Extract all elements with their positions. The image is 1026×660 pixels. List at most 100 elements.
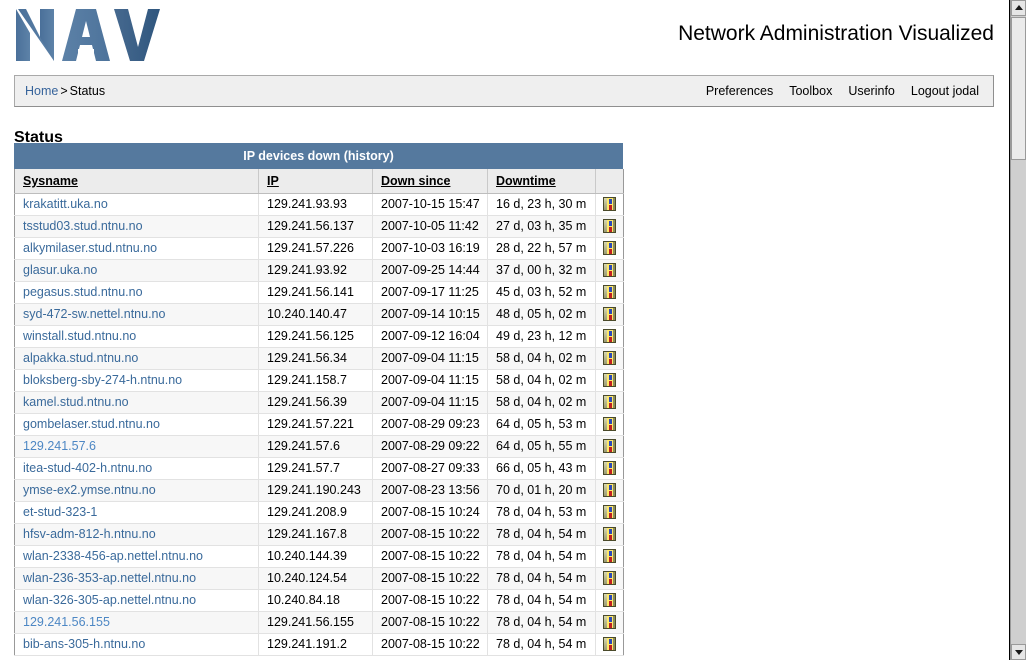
device-info-icon[interactable] <box>603 241 616 256</box>
cell-down-since: 2007-08-23 13:56 <box>372 479 488 502</box>
cell-down-since: 2007-08-15 10:22 <box>372 633 488 656</box>
cell-down-since: 2007-08-29 09:23 <box>372 413 488 436</box>
sysname-link[interactable]: wlan-2338-456-ap.nettel.ntnu.no <box>23 549 203 563</box>
cell-device-info <box>595 611 624 634</box>
sort-link-ip[interactable]: IP <box>267 174 279 188</box>
table-caption: IP devices down (history) <box>14 143 623 169</box>
cell-downtime: 48 d, 05 h, 02 m <box>487 303 596 326</box>
nav-link-preferences[interactable]: Preferences <box>698 84 781 98</box>
table-row: bloksberg-sby-274-h.ntnu.no 129.241.158.7… <box>14 369 624 392</box>
table-body: krakatitt.uka.no 129.241.93.93 2007-10-15 … <box>14 193 624 656</box>
device-info-icon[interactable] <box>603 637 616 652</box>
column-header-sysname: Sysname <box>14 169 259 194</box>
sysname-link[interactable]: alkymilaser.stud.ntnu.no <box>23 241 157 255</box>
sysname-link[interactable]: itea-stud-402-h.ntnu.no <box>23 461 152 475</box>
cell-down-since: 2007-09-14 10:15 <box>372 303 488 326</box>
sysname-link[interactable]: wlan-326-305-ap.nettel.ntnu.no <box>23 593 196 607</box>
cell-device-info <box>595 457 624 480</box>
sysname-link[interactable]: wlan-236-353-ap.nettel.ntnu.no <box>23 571 196 585</box>
sysname-link[interactable]: kamel.stud.ntnu.no <box>23 395 129 409</box>
scroll-down-arrow-icon <box>1014 650 1023 655</box>
sysname-link[interactable]: 129.241.56.155 <box>23 615 110 629</box>
nav-link-toolbox[interactable]: Toolbox <box>781 84 840 98</box>
table-row: gombelaser.stud.ntnu.no 129.241.57.221 200… <box>14 413 624 436</box>
vertical-scrollbar[interactable] <box>1010 0 1026 660</box>
cell-device-info <box>595 325 624 348</box>
cell-ip: 129.241.57.226 <box>258 237 373 260</box>
cell-downtime: 64 d, 05 h, 53 m <box>487 413 596 436</box>
breadcrumb-home-link[interactable]: Home <box>25 84 58 98</box>
sysname-link[interactable]: bib-ans-305-h.ntnu.no <box>23 637 145 651</box>
device-info-icon[interactable] <box>603 263 616 278</box>
cell-ip: 129.241.56.39 <box>258 391 373 414</box>
device-info-icon[interactable] <box>603 615 616 630</box>
sysname-link[interactable]: syd-472-sw.nettel.ntnu.no <box>23 307 165 321</box>
cell-ip: 129.241.56.141 <box>258 281 373 304</box>
device-info-icon[interactable] <box>603 329 616 344</box>
column-header-down-since: Down since <box>372 169 488 194</box>
cell-downtime: 78 d, 04 h, 54 m <box>487 589 596 612</box>
sysname-link[interactable]: glasur.uka.no <box>23 263 97 277</box>
device-info-icon[interactable] <box>603 527 616 542</box>
device-info-icon[interactable] <box>603 571 616 586</box>
sysname-link[interactable]: gombelaser.stud.ntnu.no <box>23 417 160 431</box>
device-info-icon[interactable] <box>603 417 616 432</box>
nav-link-userinfo[interactable]: Userinfo <box>840 84 903 98</box>
cell-ip: 129.241.158.7 <box>258 369 373 392</box>
cell-down-since: 2007-08-29 09:22 <box>372 435 488 458</box>
cell-device-info <box>595 303 624 326</box>
table-row: 129.241.56.155 129.241.56.155 2007-08-15 1… <box>14 611 624 634</box>
table-row: glasur.uka.no 129.241.93.92 2007-09-25 14:… <box>14 259 624 282</box>
sysname-link[interactable]: tsstud03.stud.ntnu.no <box>23 219 143 233</box>
nav-link-logout[interactable]: Logout jodal <box>903 84 987 98</box>
cell-sysname: et-stud-323-1 <box>14 501 259 524</box>
cell-device-info <box>595 259 624 282</box>
nav-logo <box>16 9 160 61</box>
cell-downtime: 78 d, 04 h, 54 m <box>487 523 596 546</box>
table-row: kamel.stud.ntnu.no 129.241.56.39 2007-09-0… <box>14 391 624 414</box>
device-info-icon[interactable] <box>603 461 616 476</box>
sysname-link[interactable]: ymse-ex2.ymse.ntnu.no <box>23 483 156 497</box>
cell-device-info <box>595 567 624 590</box>
scroll-up-arrow-icon <box>1014 5 1023 10</box>
cell-down-since: 2007-09-04 11:15 <box>372 347 488 370</box>
device-info-icon[interactable] <box>603 549 616 564</box>
device-info-icon[interactable] <box>603 505 616 520</box>
sort-link-sysname[interactable]: Sysname <box>23 174 78 188</box>
device-info-icon[interactable] <box>603 285 616 300</box>
cell-device-info <box>595 589 624 612</box>
cell-device-info <box>595 369 624 392</box>
cell-downtime: 78 d, 04 h, 53 m <box>487 501 596 524</box>
scroll-up-button[interactable] <box>1011 0 1026 16</box>
cell-downtime: 70 d, 01 h, 20 m <box>487 479 596 502</box>
device-info-icon[interactable] <box>603 197 616 212</box>
device-info-icon[interactable] <box>603 483 616 498</box>
cell-downtime: 49 d, 23 h, 12 m <box>487 325 596 348</box>
sysname-link[interactable]: krakatitt.uka.no <box>23 197 108 211</box>
device-info-icon[interactable] <box>603 219 616 234</box>
sysname-link[interactable]: 129.241.57.6 <box>23 439 96 453</box>
cell-downtime: 45 d, 03 h, 52 m <box>487 281 596 304</box>
cell-ip: 129.241.57.221 <box>258 413 373 436</box>
device-info-icon[interactable] <box>603 593 616 608</box>
sysname-link[interactable]: pegasus.stud.ntnu.no <box>23 285 143 299</box>
cell-sysname: ymse-ex2.ymse.ntnu.no <box>14 479 259 502</box>
device-info-icon[interactable] <box>603 373 616 388</box>
cell-down-since: 2007-09-17 11:25 <box>372 281 488 304</box>
cell-ip: 129.241.93.92 <box>258 259 373 282</box>
sysname-link[interactable]: et-stud-323-1 <box>23 505 97 519</box>
browser-page: Network Administration Visualized Home > S… <box>0 0 1010 660</box>
sysname-link[interactable]: bloksberg-sby-274-h.ntnu.no <box>23 373 182 387</box>
device-info-icon[interactable] <box>603 351 616 366</box>
device-info-icon[interactable] <box>603 307 616 322</box>
sysname-link[interactable]: winstall.stud.ntnu.no <box>23 329 136 343</box>
device-info-icon[interactable] <box>603 439 616 454</box>
device-info-icon[interactable] <box>603 395 616 410</box>
sysname-link[interactable]: alpakka.stud.ntnu.no <box>23 351 138 365</box>
sysname-link[interactable]: hfsv-adm-812-h.ntnu.no <box>23 527 156 541</box>
cell-ip: 129.241.57.7 <box>258 457 373 480</box>
sort-link-downtime[interactable]: Downtime <box>496 174 556 188</box>
sort-link-down-since[interactable]: Down since <box>381 174 450 188</box>
scrollbar-thumb[interactable] <box>1011 17 1026 160</box>
scroll-down-button[interactable] <box>1011 644 1026 660</box>
